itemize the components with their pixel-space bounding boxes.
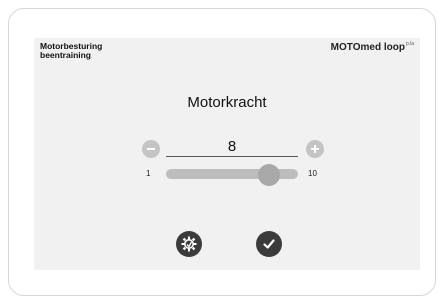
- parameter-title: Motorkracht: [187, 94, 267, 111]
- brand-logo: MOTOmed loop p.la: [330, 41, 414, 53]
- range-min-label: 1: [146, 169, 151, 178]
- parameter-value: 8: [227, 138, 237, 155]
- settings-button[interactable]: [176, 231, 202, 257]
- range-max-label: 10: [308, 169, 317, 178]
- plus-icon: [311, 145, 319, 153]
- settings-gear-icon: [181, 236, 197, 252]
- confirm-button[interactable]: [256, 231, 282, 257]
- slider-thumb[interactable]: [257, 164, 280, 186]
- decrease-button[interactable]: [142, 140, 160, 158]
- brand-name: MOTOmed loop: [330, 42, 405, 53]
- program-name: Motorbesturing beentraining: [40, 42, 102, 60]
- brand-suffix: p.la: [405, 41, 414, 47]
- parameter-value-field: 8: [166, 138, 298, 157]
- device-screen: Motorbesturing beentraining MOTOmed loop…: [34, 38, 420, 270]
- increase-button[interactable]: [306, 140, 324, 158]
- minus-icon: [147, 148, 155, 150]
- value-slider[interactable]: [166, 164, 298, 186]
- program-name-line2: beentraining: [40, 50, 92, 60]
- check-icon: [263, 239, 275, 249]
